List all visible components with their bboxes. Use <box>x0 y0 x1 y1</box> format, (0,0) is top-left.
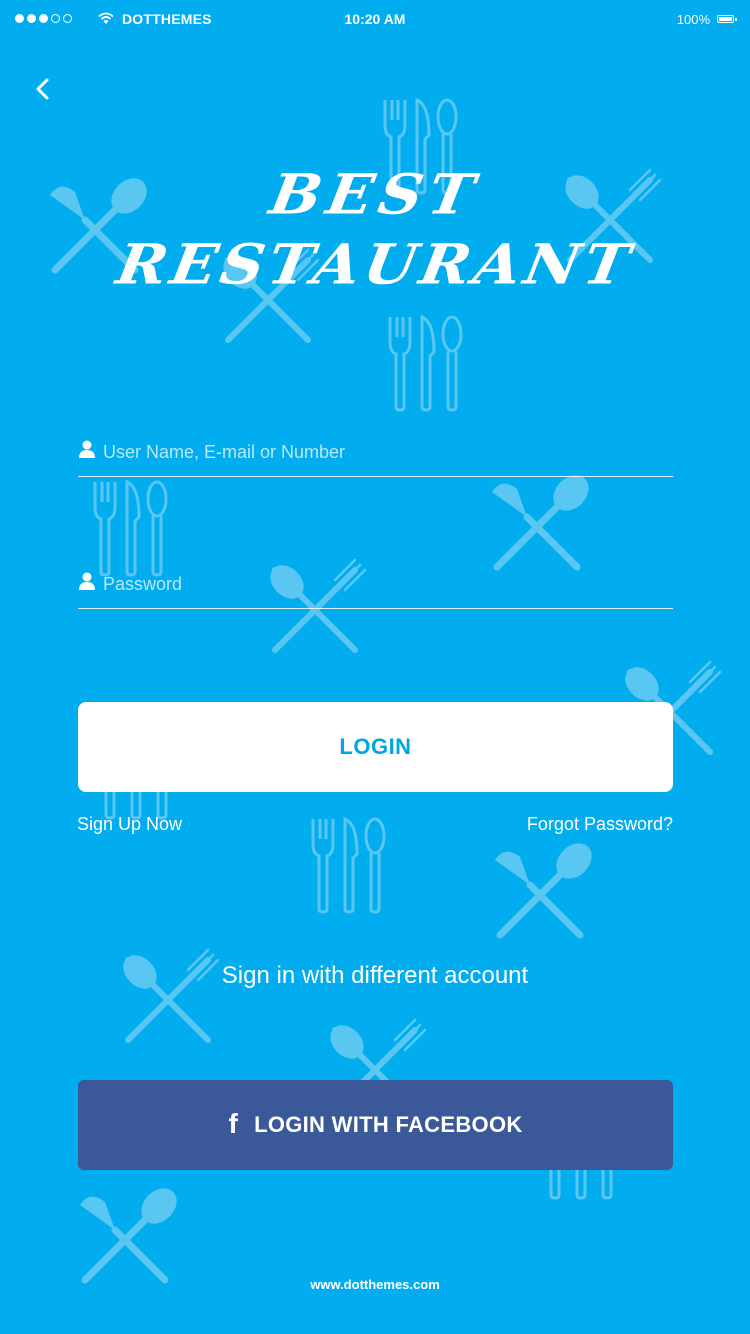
forgot-password-link[interactable]: Forgot Password? <box>527 814 673 835</box>
facebook-login-label: LOGIN WITH FACEBOOK <box>254 1112 523 1137</box>
user-icon <box>79 440 95 463</box>
user-icon <box>79 572 95 595</box>
battery-icon <box>717 15 737 23</box>
login-button[interactable]: LOGIN <box>78 702 673 792</box>
password-field <box>78 564 673 609</box>
status-time: 10:20 AM <box>344 11 406 27</box>
logo-line-1: BEST <box>265 162 485 228</box>
username-input[interactable] <box>103 434 663 470</box>
logo-line-2: RESTAURANT <box>111 232 639 298</box>
username-field <box>78 432 673 477</box>
status-bar: DOTTHEMES 10:20 AM 100% <box>0 0 750 40</box>
login-screen: DOTTHEMES 10:20 AM 100% BEST RESTAURANT <box>0 0 750 1334</box>
alternate-signin-heading: Sign in with different account <box>221 962 529 989</box>
chevron-left-icon <box>36 78 49 100</box>
app-logo-title: BEST RESTAURANT <box>0 160 750 300</box>
battery-percentage: 100% <box>676 12 710 27</box>
back-button[interactable] <box>28 72 58 106</box>
sign-up-link[interactable]: Sign Up Now <box>77 814 182 835</box>
facebook-login-button[interactable]: f LOGIN WITH FACEBOOK <box>78 1080 673 1170</box>
password-input[interactable] <box>103 566 663 602</box>
facebook-icon: f <box>228 1108 239 1139</box>
footer-website: www.dotthemes.com <box>310 1277 440 1292</box>
